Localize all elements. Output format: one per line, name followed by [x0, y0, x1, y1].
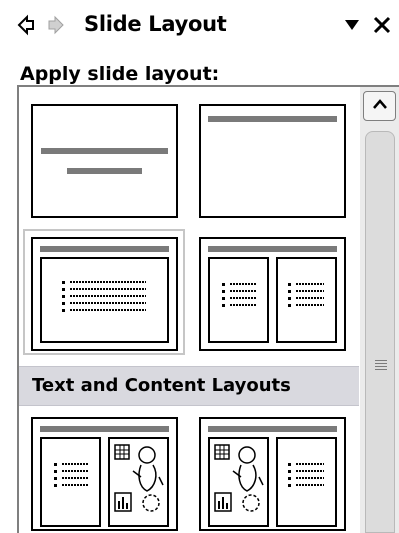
content-placeholder — [208, 437, 269, 527]
layout-title-slide[interactable] — [31, 104, 178, 218]
text-placeholder — [40, 437, 101, 527]
title-placeholder — [41, 148, 168, 154]
title-placeholder — [208, 426, 337, 432]
taskpane-titlebar: Slide Layout — [0, 0, 399, 50]
forward-arrow-icon[interactable] — [47, 14, 65, 36]
layout-title-only[interactable] — [199, 104, 346, 218]
close-icon[interactable] — [372, 15, 392, 35]
scroll-up-button[interactable] — [363, 91, 396, 121]
layout-title-text-and-content[interactable] — [31, 417, 178, 531]
content-clipart-icon — [214, 444, 264, 512]
content-placeholder — [108, 437, 169, 527]
vertical-scrollbar[interactable] — [360, 87, 399, 533]
subtitle-placeholder — [67, 168, 142, 174]
layout-title-and-2-column-text[interactable] — [199, 237, 346, 351]
apply-layout-label: Apply slide layout: — [20, 63, 220, 85]
taskpane-title: Slide Layout — [84, 12, 227, 36]
section-header-text-and-content: Text and Content Layouts — [19, 366, 359, 406]
title-placeholder — [40, 246, 169, 252]
left-text-placeholder — [208, 257, 269, 343]
section-header-label: Text and Content Layouts — [32, 375, 291, 396]
layout-title-and-text[interactable] — [31, 237, 178, 351]
scrollbar-thumb[interactable] — [365, 131, 395, 533]
chevron-up-icon — [372, 99, 387, 109]
title-placeholder — [208, 246, 337, 252]
dropdown-triangle-icon[interactable] — [344, 18, 360, 32]
content-clipart-icon — [114, 444, 164, 512]
right-text-placeholder — [276, 257, 337, 343]
title-placeholder — [40, 426, 169, 432]
layout-gallery: Text and Content Layouts — [17, 85, 399, 533]
back-arrow-icon[interactable] — [17, 14, 35, 36]
text-placeholder — [276, 437, 337, 527]
text-placeholder — [40, 257, 169, 343]
scrollbar-grip-icon — [375, 360, 387, 372]
title-placeholder — [208, 116, 337, 122]
layout-title-content-and-text[interactable] — [199, 417, 346, 531]
